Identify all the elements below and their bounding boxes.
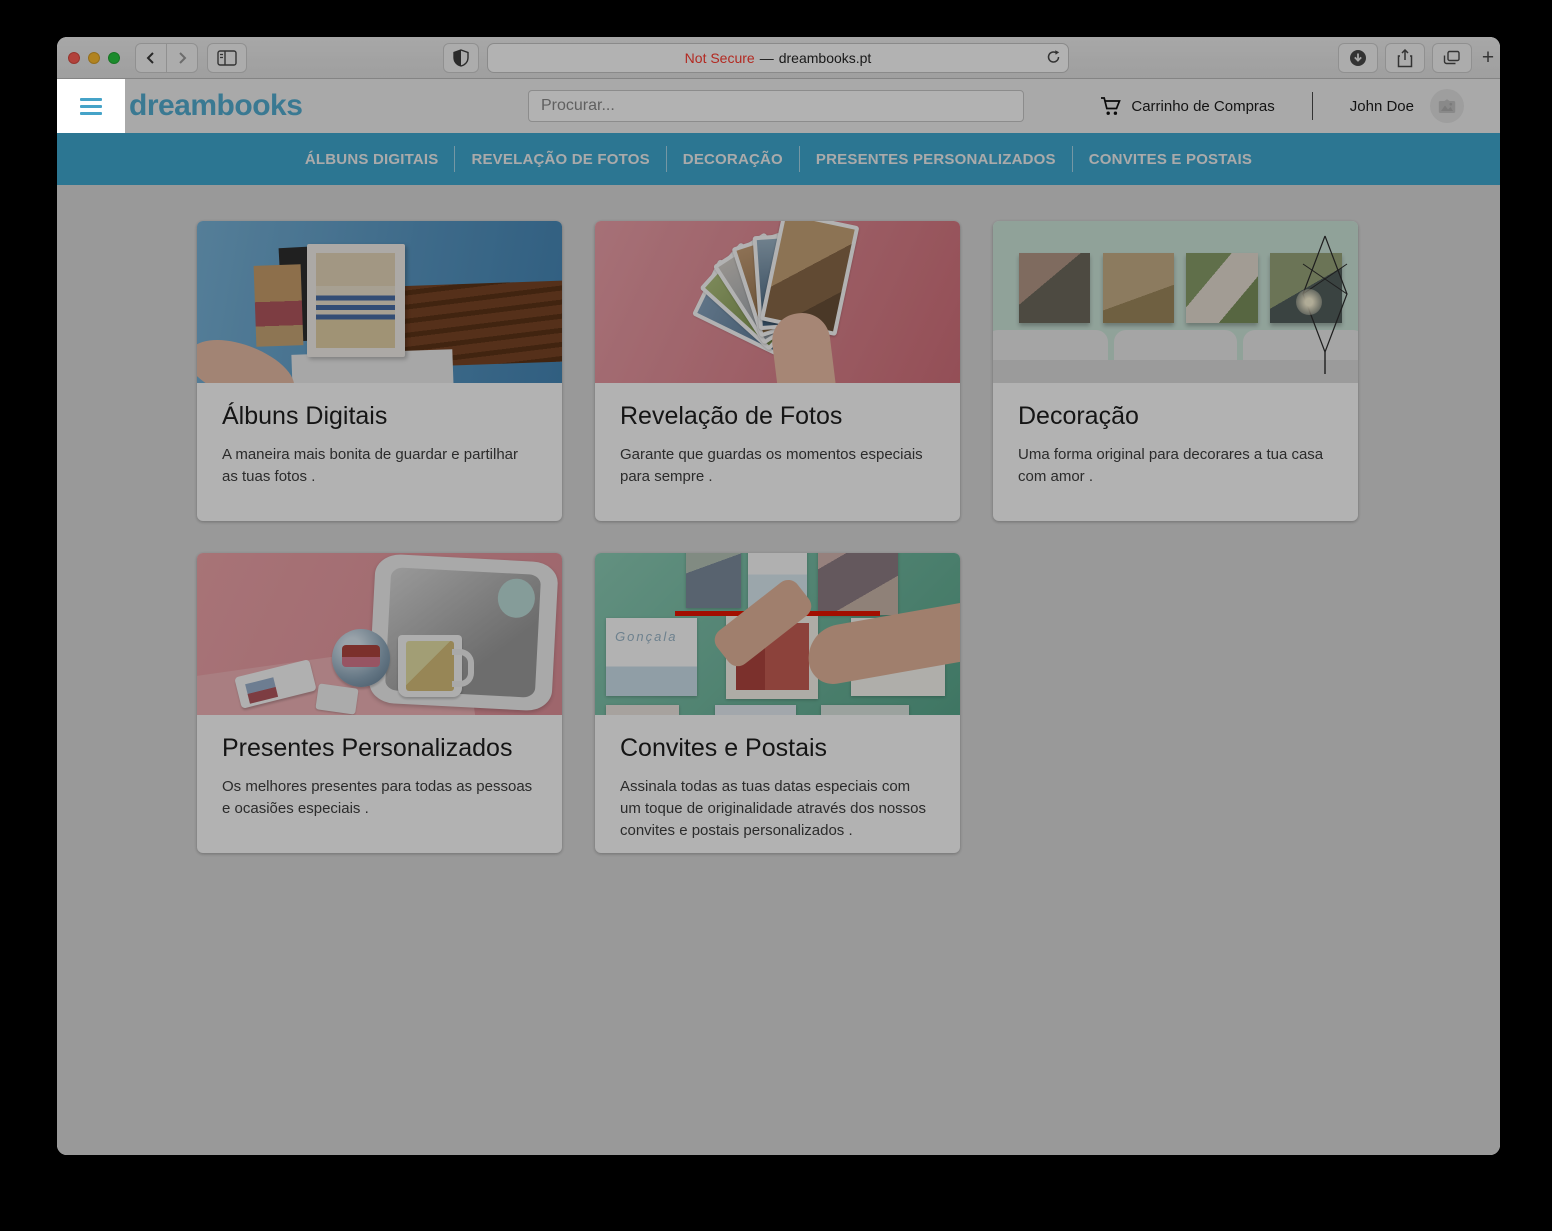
hamburger-icon xyxy=(80,105,102,108)
menu-button[interactable] xyxy=(57,79,125,133)
hamburger-icon xyxy=(80,98,102,101)
screen: Not Secure — dreambooks.pt xyxy=(0,0,1552,1231)
hamburger-icon xyxy=(80,112,102,115)
dim-overlay xyxy=(57,37,1500,1155)
browser-window: Not Secure — dreambooks.pt xyxy=(57,37,1500,1155)
